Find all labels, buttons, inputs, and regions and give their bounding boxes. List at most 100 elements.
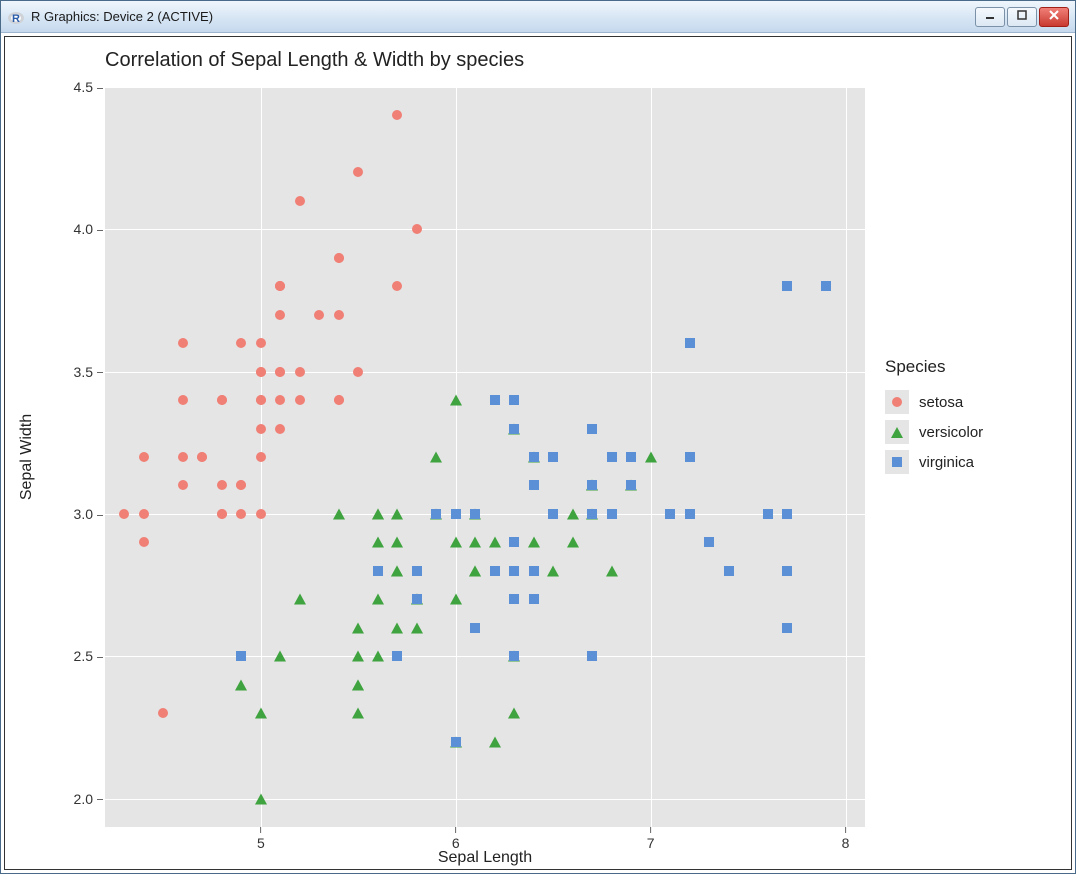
data-point [547, 565, 559, 576]
data-point [529, 480, 539, 490]
data-point [334, 310, 344, 320]
data-point [450, 537, 462, 548]
y-axis: 2.02.53.03.54.04.5 [65, 87, 103, 827]
data-point [217, 509, 227, 519]
data-point [821, 281, 831, 291]
data-point [782, 281, 792, 291]
data-point [509, 395, 519, 405]
y-tick-label: 3.0 [74, 506, 103, 522]
gridline-horizontal [105, 87, 865, 88]
data-point [372, 537, 384, 548]
data-point [470, 509, 480, 519]
data-point [373, 566, 383, 576]
r-graphics-window: R R Graphics: Device 2 (ACTIVE) Correlat… [0, 0, 1076, 874]
data-point [450, 395, 462, 406]
data-point [333, 508, 345, 519]
data-point [236, 338, 246, 348]
r-app-icon: R [7, 8, 25, 26]
y-tick-label: 4.0 [74, 221, 103, 237]
data-point [626, 480, 636, 490]
data-point [529, 594, 539, 604]
maximize-icon [1017, 10, 1027, 23]
window-controls [975, 7, 1069, 27]
data-point [275, 281, 285, 291]
y-tick-label: 4.5 [74, 79, 103, 95]
legend-swatch [885, 420, 909, 444]
data-point [372, 508, 384, 519]
data-point [314, 310, 324, 320]
data-point [353, 367, 363, 377]
data-point [275, 310, 285, 320]
data-point [509, 651, 519, 661]
data-point [235, 679, 247, 690]
data-point [256, 367, 266, 377]
data-point [352, 708, 364, 719]
legend-label: virginica [919, 454, 974, 471]
close-icon [1049, 10, 1059, 23]
window-title: R Graphics: Device 2 (ACTIVE) [31, 9, 975, 24]
data-point [509, 537, 519, 547]
gridline-vertical [456, 87, 457, 827]
data-point [509, 424, 519, 434]
data-point [255, 708, 267, 719]
data-point [490, 566, 500, 576]
data-point [469, 565, 481, 576]
gridline-horizontal [105, 799, 865, 800]
maximize-button[interactable] [1007, 7, 1037, 27]
data-point [412, 224, 422, 234]
data-point [256, 509, 266, 519]
gridline-horizontal [105, 372, 865, 373]
data-point [451, 509, 461, 519]
data-point [724, 566, 734, 576]
close-button[interactable] [1039, 7, 1069, 27]
data-point [256, 424, 266, 434]
data-point [391, 622, 403, 633]
svg-text:R: R [12, 13, 20, 25]
data-point [548, 452, 558, 462]
legend-swatch [885, 450, 909, 474]
data-point [782, 623, 792, 633]
data-point [685, 452, 695, 462]
data-point [412, 566, 422, 576]
titlebar[interactable]: R R Graphics: Device 2 (ACTIVE) [1, 1, 1075, 33]
data-point [217, 480, 227, 490]
data-point [469, 537, 481, 548]
data-point [352, 651, 364, 662]
minimize-button[interactable] [975, 7, 1005, 27]
data-point [587, 509, 597, 519]
data-point [607, 509, 617, 519]
data-point [607, 452, 617, 462]
data-point [451, 737, 461, 747]
data-point [139, 509, 149, 519]
data-point [763, 509, 773, 519]
data-point [334, 395, 344, 405]
data-point [392, 651, 402, 661]
data-point [274, 651, 286, 662]
data-point [391, 565, 403, 576]
minimize-icon [985, 10, 995, 23]
x-tick-label: 6 [452, 827, 460, 851]
x-tick-label: 5 [257, 827, 265, 851]
data-point [275, 395, 285, 405]
data-point [295, 196, 305, 206]
data-point [256, 395, 266, 405]
data-point [334, 253, 344, 263]
data-point [353, 167, 363, 177]
data-point [567, 537, 579, 548]
data-point [236, 480, 246, 490]
data-point [665, 509, 675, 519]
y-tick-label: 2.5 [74, 648, 103, 664]
plot-panel [105, 87, 865, 827]
data-point [782, 566, 792, 576]
plot-device: Correlation of Sepal Length & Width by s… [4, 36, 1072, 870]
y-axis-label: Sepal Width [18, 414, 36, 500]
data-point [587, 651, 597, 661]
data-point [528, 537, 540, 548]
data-point [567, 508, 579, 519]
x-tick-label: 7 [647, 827, 655, 851]
data-point [685, 338, 695, 348]
data-point [508, 708, 520, 719]
data-point [392, 110, 402, 120]
gridline-vertical [846, 87, 847, 827]
gridline-horizontal [105, 229, 865, 230]
